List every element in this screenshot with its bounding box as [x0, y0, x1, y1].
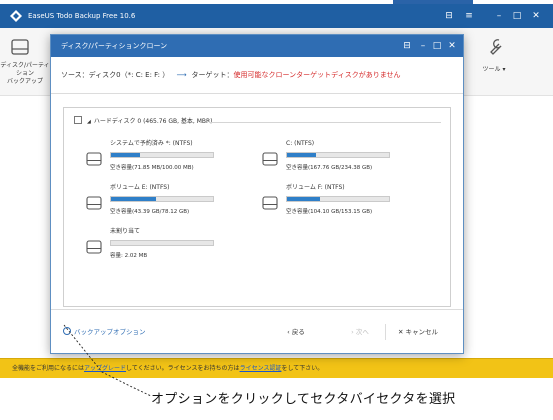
app-title-bar: EaseUS Todo Backup Free 10.6 ⊟ ≡ – □ ✕ [0, 4, 553, 28]
tools-label: ツール ▾ [482, 66, 506, 73]
dialog-title: ディスク/パーティションクローン [61, 42, 168, 50]
partition-size: 空き容量(167.76 GB/234.38 GB) [286, 165, 373, 171]
tools-button[interactable]: ツール ▾ [464, 28, 524, 96]
dialog-menu-icon[interactable]: ⊟ [399, 39, 415, 53]
upgrade-message: 全機能をご利用になるにはアップグレードしてください。ライセンスをお持ちの方はライ… [12, 364, 323, 374]
minimize-icon[interactable]: – [490, 9, 508, 23]
main-app-window: EaseUS Todo Backup Free 10.6 ⊟ ≡ – □ ✕ デ… [0, 0, 553, 378]
cancel-button[interactable]: ✕ キャンセル [391, 322, 445, 342]
settings-icon[interactable]: ⊟ [440, 9, 458, 23]
tools-icon [490, 39, 502, 55]
upgrade-link[interactable]: アップグレード [84, 365, 126, 372]
app-logo-icon [10, 10, 22, 22]
dialog-maximize-icon[interactable]: □ [429, 39, 445, 53]
partition-system-reserved[interactable]: システムで予約済み *: (NTFS) 空き容量(71.85 MB/100.00… [86, 140, 246, 180]
partition-f[interactable]: ボリューム F: (NTFS) 空き容量(104.10 GB/153.15 GB… [262, 184, 422, 224]
partition-usage-bar [286, 196, 390, 202]
hard-drive-icon [262, 152, 278, 166]
disk-partition-backup-button[interactable]: ディスク/パーティション バックアップ [0, 28, 50, 96]
back-button[interactable]: ‹ 戻る [277, 322, 315, 342]
disk-header-label: ハードディスク 0 (465.76 GB, 基本, MBR) [93, 118, 213, 125]
cancel-label: キャンセル [405, 328, 439, 336]
partition-size: 空き容量(43.39 GB/78.12 GB) [110, 209, 190, 215]
maximize-icon[interactable]: □ [508, 9, 526, 23]
disk-checkbox[interactable] [74, 116, 82, 124]
usage-fill [287, 197, 320, 201]
partition-size: 空き容量(104.10 GB/153.15 GB) [286, 209, 373, 215]
menu-icon[interactable]: ≡ [460, 9, 478, 23]
partition-usage-bar [110, 240, 214, 246]
dialog-title-bar: ディスク/パーティションクローン ⊟ – □ ✕ [51, 35, 463, 57]
upgrade-text-1: 全機能をご利用になるには [12, 365, 85, 372]
partition-name: C: (NTFS) [286, 140, 315, 147]
partition-c[interactable]: C: (NTFS) 空き容量(167.76 GB/234.38 GB) [262, 140, 422, 180]
source-value: ディスク0（*: C: E: F: ） [88, 71, 170, 79]
disk-panel: ◢ ハードディスク 0 (465.76 GB, 基本, MBR) システムで予約済… [63, 107, 451, 307]
dialog-close-icon[interactable]: ✕ [444, 39, 460, 53]
hard-drive-icon [86, 240, 102, 254]
partition-size: 空き容量(71.85 MB/100.00 MB) [110, 165, 194, 171]
button-separator [385, 324, 386, 340]
partition-size: 容量: 2.02 MB [110, 253, 148, 259]
target-label: ターゲット： [191, 71, 234, 79]
partition-name: 未割り当て [110, 228, 141, 235]
backup-options-label: バックアップオプション [74, 328, 146, 336]
usage-fill [111, 153, 140, 157]
hard-drive-icon [262, 196, 278, 210]
disk-header-rule [209, 122, 441, 123]
disk-partition-backup-label: ディスク/パーティション バックアップ [0, 62, 50, 85]
usage-fill [287, 153, 316, 157]
app-title: EaseUS Todo Backup Free 10.6 [28, 12, 136, 20]
partition-usage-bar [110, 152, 214, 158]
partition-e[interactable]: ボリューム E: (NTFS) 空き容量(43.39 GB/78.12 GB) [86, 184, 246, 224]
upgrade-text-3: をして下さい。 [281, 365, 324, 372]
partition-unallocated[interactable]: 未割り当て 容量: 2.02 MB [86, 228, 246, 268]
disk-clone-dialog: ディスク/パーティションクローン ⊟ – □ ✕ ソース：ディスク0（*: C:… [50, 34, 464, 354]
target-warning: 使用可能なクローンターゲットディスクがありません [233, 71, 401, 79]
collapse-triangle-icon[interactable]: ◢ [87, 119, 91, 125]
cancel-x-icon: ✕ [397, 328, 406, 336]
close-icon[interactable]: ✕ [527, 9, 545, 23]
partition-name: システムで予約済み *: (NTFS) [110, 140, 193, 147]
partition-usage-bar [110, 196, 214, 202]
annotation-caption: オプションをクリックしてセクタバイセクタを選択 [151, 392, 456, 407]
source-label: ソース： [61, 71, 89, 79]
partition-name: ボリューム E: (NTFS) [110, 184, 170, 191]
divider [51, 93, 463, 94]
partition-usage-bar [286, 152, 390, 158]
backup-options-link[interactable]: バックアップオプション [63, 326, 146, 338]
arrow-icon: ⟶ [176, 71, 187, 79]
disk-clone-icon [11, 39, 29, 55]
hard-drive-icon [86, 196, 102, 210]
source-target-row: ソース：ディスク0（*: C: E: F: ） ⟶ ターゲット：使用可能なクローン… [61, 68, 400, 82]
gear-icon [63, 327, 71, 335]
dialog-footer: バックアップオプション ‹ 戻る › 次へ ✕ キャンセル [51, 309, 463, 353]
next-label: 次へ [355, 328, 369, 336]
partition-name: ボリューム F: (NTFS) [286, 184, 345, 191]
next-button[interactable]: › 次へ [341, 322, 379, 342]
license-link[interactable]: ライセンス認証 [240, 365, 282, 372]
upgrade-bar: 全機能をご利用になるにはアップグレードしてください。ライセンスをお持ちの方はライ… [0, 358, 553, 378]
upgrade-text-2: してください。ライセンスをお持ちの方は [126, 365, 240, 372]
hard-drive-icon [86, 152, 102, 166]
back-label: 戻る [291, 328, 305, 336]
usage-fill [111, 197, 156, 201]
disk-header[interactable]: ◢ ハードディスク 0 (465.76 GB, 基本, MBR) [74, 116, 213, 128]
